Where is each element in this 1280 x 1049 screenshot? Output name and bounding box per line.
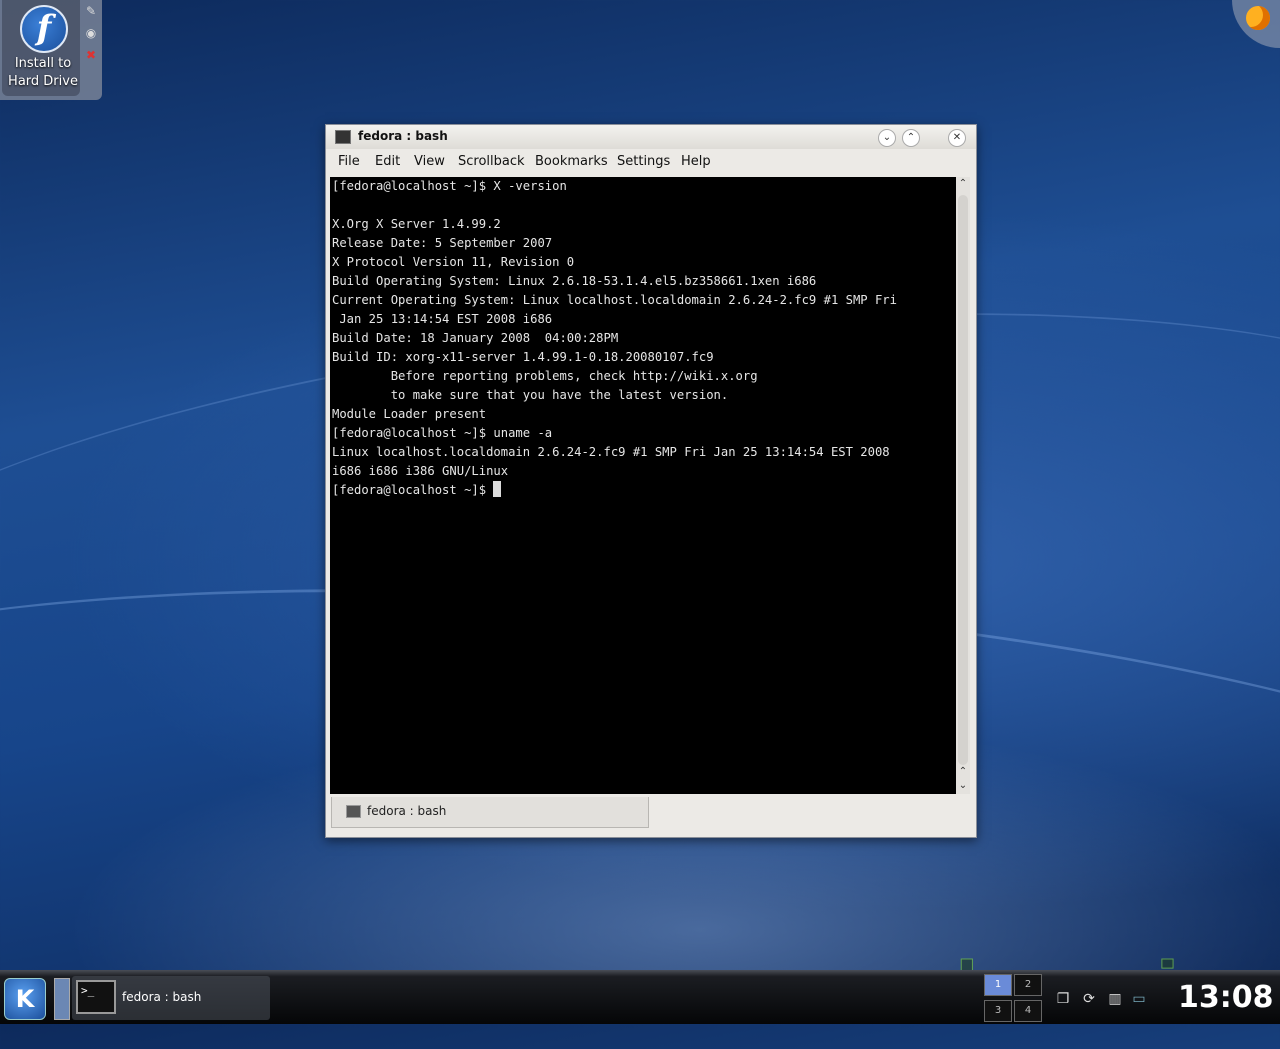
menu-scrollback[interactable]: Scrollback xyxy=(458,154,525,169)
terminal-prompt: [fedora@localhost ~]$ xyxy=(332,483,494,497)
desktop-pager: 1 2 3 4 xyxy=(984,974,1044,1022)
menu-file[interactable]: File xyxy=(338,154,360,169)
device-icon[interactable]: ▥ xyxy=(1104,988,1126,1010)
terminal-line: Build Operating System: Linux 2.6.18-53.… xyxy=(332,274,817,288)
wrench-icon[interactable]: ✎ xyxy=(82,0,100,22)
terminal-cursor xyxy=(493,481,502,497)
moon-widget[interactable] xyxy=(1232,0,1280,48)
pager-desktop-4[interactable]: 4 xyxy=(1014,1000,1042,1022)
terminal-line: Before reporting problems, check http://… xyxy=(332,369,758,383)
kde-menu-button[interactable]: K xyxy=(4,978,46,1020)
remove-icon[interactable]: ✖ xyxy=(82,44,100,66)
session-tab-label: fedora : bash xyxy=(367,804,447,818)
terminal-output[interactable]: [fedora@localhost ~]$ X -version X.Org X… xyxy=(330,177,956,794)
clock[interactable]: 13:08 xyxy=(1178,980,1274,1015)
terminal-line: [fedora@localhost ~]$ X -version xyxy=(332,179,567,193)
menu-settings[interactable]: Settings xyxy=(617,154,670,169)
menu-bookmarks[interactable]: Bookmarks xyxy=(535,154,608,169)
show-desktop-button[interactable] xyxy=(54,978,70,1020)
terminal-prompt-line: [fedora@localhost ~]$ xyxy=(330,481,956,500)
terminal-line: Build Date: 18 January 2008 04:00:28PM xyxy=(332,331,619,345)
menu-edit[interactable]: Edit xyxy=(375,154,400,169)
terminal-line: Release Date: 5 September 2007 xyxy=(332,236,553,250)
scroll-up-arrow-icon[interactable]: ⌃ xyxy=(956,177,970,191)
terminal-line: Current Operating System: Linux localhos… xyxy=(332,293,897,307)
terminal-line: to make sure that you have the latest ve… xyxy=(332,388,729,402)
fedora-logo-icon: f xyxy=(20,5,68,53)
terminal-line: Module Loader present xyxy=(332,407,487,421)
menubar: File Edit View Scrollback Bookmarks Sett… xyxy=(326,149,976,175)
settings-icon[interactable]: ◉ xyxy=(82,22,100,44)
system-tray: ❐ ⟳ ▥ ▭ xyxy=(1052,988,1160,1014)
terminal-line: [fedora@localhost ~]$ uname -a xyxy=(332,426,553,440)
pager-desktop-2[interactable]: 2 xyxy=(1014,974,1042,996)
terminal-line: Linux localhost.localdomain 2.6.24-2.fc9… xyxy=(332,445,890,459)
window-title: fedora : bash xyxy=(358,129,448,143)
taskbar-task[interactable]: >_ fedora : bash xyxy=(72,976,270,1020)
pager-desktop-3[interactable]: 3 xyxy=(984,1000,1012,1022)
scroll-up-arrow-icon[interactable]: ⌃ xyxy=(956,765,970,779)
clipboard-icon[interactable]: ❐ xyxy=(1052,988,1074,1010)
terminal-icon xyxy=(335,130,351,144)
menu-help[interactable]: Help xyxy=(681,154,711,169)
terminal-line: Build ID: xorg-x11-server 1.4.99.1-0.18.… xyxy=(332,350,714,364)
terminal-scrollbar[interactable]: ⌃ ⌃ ⌄ xyxy=(956,177,970,794)
terminal-line: X Protocol Version 11, Revision 0 xyxy=(332,255,575,269)
desktop-icon-label: Install to Hard Drive xyxy=(8,56,78,89)
terminal-icon xyxy=(346,805,361,818)
window-titlebar[interactable]: fedora : bash ⌄ ⌃ ✕ xyxy=(326,125,976,149)
update-icon[interactable]: ⟳ xyxy=(1078,988,1100,1010)
taskbar-task-label: fedora : bash xyxy=(122,990,202,1004)
pager-desktop-1[interactable]: 1 xyxy=(984,974,1012,996)
close-button[interactable]: ✕ xyxy=(948,129,966,147)
moon-icon xyxy=(1246,6,1270,30)
desktop-icon-panel: f Install to Hard Drive ✎ ◉ ✖ xyxy=(0,0,102,100)
scrollbar-thumb[interactable] xyxy=(958,195,968,765)
terminal-icon: >_ xyxy=(76,980,116,1014)
scroll-down-arrow-icon[interactable]: ⌄ xyxy=(956,779,970,793)
terminal-line: Jan 25 13:14:54 EST 2008 i686 xyxy=(332,312,553,326)
terminal-line: X.Org X Server 1.4.99.2 xyxy=(332,217,501,231)
menu-view[interactable]: View xyxy=(414,154,445,169)
network-icon[interactable]: ▭ xyxy=(1128,988,1150,1010)
terminal-line: i686 i686 i386 GNU/Linux xyxy=(332,464,509,478)
konsole-window: fedora : bash ⌄ ⌃ ✕ File Edit View Scrol… xyxy=(325,124,977,838)
maximize-button[interactable]: ⌃ xyxy=(902,129,920,147)
install-to-hard-drive-icon[interactable]: f Install to Hard Drive xyxy=(2,0,80,96)
session-tab[interactable]: fedora : bash xyxy=(331,797,649,828)
minimize-button[interactable]: ⌄ xyxy=(878,129,896,147)
